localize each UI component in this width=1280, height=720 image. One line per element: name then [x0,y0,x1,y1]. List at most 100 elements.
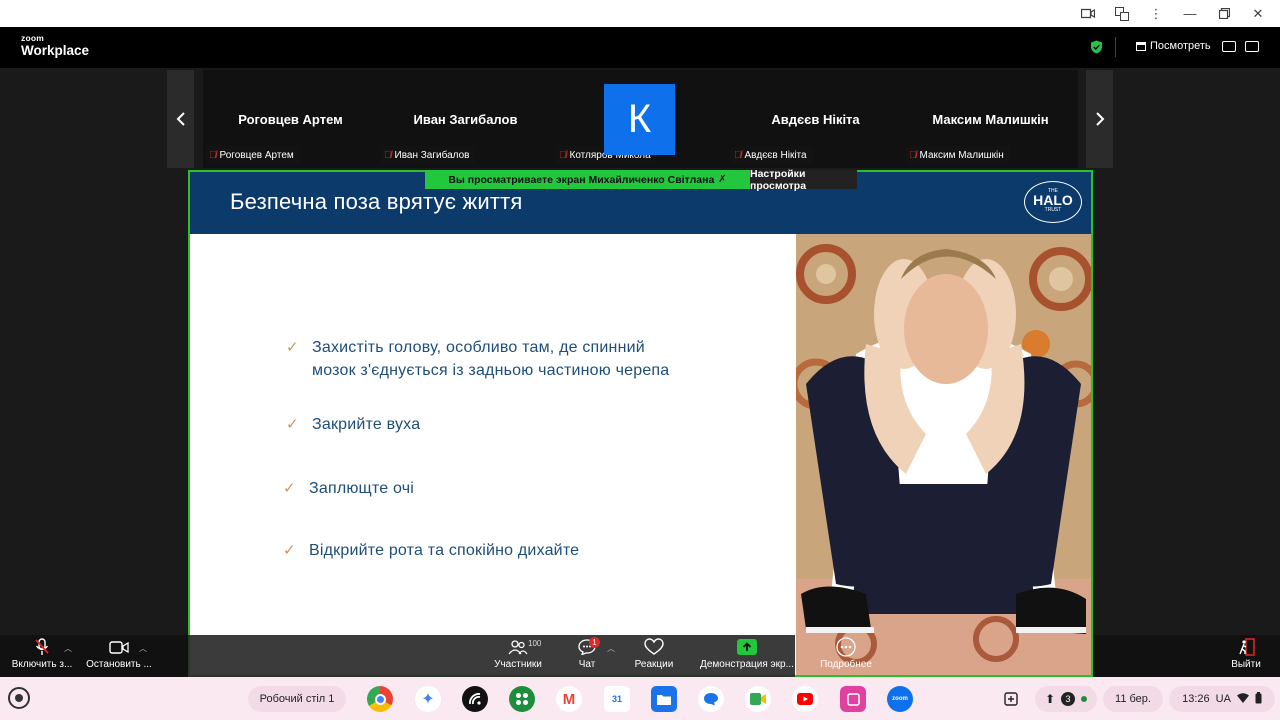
unmute-button[interactable]: Включить з... [8,635,76,677]
minimize-icon[interactable]: — [1182,6,1198,22]
share-screen-icon [697,635,797,659]
mic-muted-icon: 🎙̸ [384,149,392,161]
launcher-icon[interactable] [8,687,30,709]
time: 13:26 [1182,693,1210,705]
participant-label: 🎙̸ Иван Загибалов [381,146,476,164]
screencast-app-icon[interactable] [840,686,866,712]
fullscreen-icon[interactable] [1245,41,1259,52]
pointer-icon: ✗ [718,174,727,185]
participants-count: 100 [528,639,542,648]
mic-muted-icon: 🎙̸ [909,149,917,161]
participant-name: Иван Загибалов [413,112,518,127]
checkmark-icon: ✓ [286,416,299,433]
status-dot-icon [1081,696,1087,702]
header-separator [1115,37,1116,57]
restore-icon[interactable] [1216,6,1232,22]
view-label: Посмотреть [1150,40,1211,52]
files-app-icon[interactable] [651,686,677,712]
checkmark-icon: ✓ [283,480,296,497]
gallery-next-button[interactable] [1086,70,1113,168]
mic-options-caret[interactable]: ︿ [64,643,72,654]
security-shield-icon[interactable] [1090,40,1103,54]
zoom-logo: zoom Workplace [21,34,89,57]
chrome-app-icon[interactable] [367,686,393,712]
more-vertical-icon[interactable]: ⋮ [1148,6,1164,22]
participant-tile[interactable]: Роговцев Артем 🎙̸ Роговцев Артем [203,70,378,168]
upload-icon: ⬆ [1045,692,1056,706]
participant-label: 🎙̸ Роговцев Артем [206,146,300,164]
participant-name: Роговцев Артем [238,112,343,127]
gemini-app-icon[interactable]: ✦ [415,686,441,712]
slide-bullet: ✓ Заплющте очі [283,477,414,500]
halo-trust-logo: THE HALO TRUST [1024,181,1082,223]
battery-icon [1255,691,1262,707]
status-tray[interactable]: 13:26 UA [1169,686,1275,712]
share-screen-button[interactable]: Демонстрация экр... [697,635,797,677]
video-options-caret[interactable]: ︿ [139,643,147,654]
chat-unread-badge: 1 [589,637,600,648]
chevron-left-icon [176,112,185,126]
notifications-tray[interactable]: ⬆ 3 [1035,686,1097,712]
slide-title: Безпечна поза врятує життя [230,189,523,214]
translate-icon[interactable] [1114,6,1130,22]
mic-muted-icon: 🎙̸ [559,149,567,161]
gmail-app-icon[interactable]: M [556,686,582,712]
participant-name: Максим Малишкін [932,112,1049,127]
participant-tile[interactable]: Максим Малишкін 🎙̸ Максим Малишкін [903,70,1078,168]
chevron-right-icon [1095,112,1104,126]
desk-switcher[interactable]: Робочий стіл 1 [248,686,346,712]
chat-icon [567,635,607,659]
heart-icon [628,635,680,659]
participant-tiles: Роговцев Артем 🎙̸ Роговцев Артем Иван Заг… [203,70,1078,168]
participant-tile[interactable]: Иван Загибалов 🎙̸ Иван Загибалов [378,70,553,168]
meeting-toolbar: Включить з... ︿ Остановить ... ︿ Участни… [0,635,1280,677]
slide-photo [796,234,1091,675]
slide-bullet: ✓ Відкрийте рота та спокійно дихайте [283,539,579,562]
os-shelf: Робочий стіл 1 ✦ M 31 zoom ⬆ 3 11 бер. 1… [0,677,1280,720]
view-icon [1136,41,1146,51]
view-button[interactable]: Посмотреть [1136,40,1211,52]
view-settings-button[interactable]: Настройки просмотра [750,168,857,192]
gallery-prev-button[interactable] [167,70,194,168]
keyboard-layout: UA [1215,693,1231,705]
date-tray[interactable]: 11 бер. [1103,686,1163,712]
logo-small: zoom [21,33,44,43]
checkmark-icon: ✓ [286,339,299,356]
zoom-app-icon[interactable]: zoom [887,686,913,712]
participant-label: 🎙̸ Авдєєв Нікіта [731,146,813,164]
zoom-header: zoom Workplace Посмотреть [0,27,1280,68]
leave-button[interactable]: Выйти [1224,635,1268,677]
mic-muted-icon: 🎙̸ [209,149,217,161]
meet-app-icon[interactable] [745,686,771,712]
notification-count: 3 [1061,692,1076,706]
youtube-app-icon[interactable] [792,686,818,712]
picture-in-picture-icon[interactable] [1222,41,1236,52]
gallery-strip: Роговцев Артем 🎙̸ Роговцев Артем Иван Заг… [0,68,1280,170]
reactions-button[interactable]: Реакции [628,635,680,677]
messages-app-icon[interactable] [698,686,724,712]
checkmark-icon: ✓ [283,542,296,559]
shared-screen: Безпечна поза врятує життя THE HALO TRUS… [188,170,1093,677]
participant-label: 🎙̸ Максим Малишкін [906,146,1010,164]
stop-video-button[interactable]: Остановить ... [84,635,154,677]
wifi-icon [1236,692,1249,706]
slide-bullet: ✓ Захистіть голову, особливо там, де спи… [286,336,669,382]
chat-button[interactable]: Чат [567,635,607,677]
close-icon[interactable]: ✕ [1250,6,1266,22]
more-horizontal-icon [816,635,876,659]
podcast-app-icon[interactable] [462,686,488,712]
clipboard-icon[interactable] [998,686,1024,712]
mic-muted-icon: 🎙̸ [734,149,742,161]
slide-bullet: ✓ Закрийте вуха [286,413,420,436]
screen-share-banner[interactable]: Вы просматриваете экран Михайличенко Сві… [425,170,750,189]
more-button[interactable]: Подробнее [816,635,876,677]
exit-icon [1224,635,1268,659]
calendar-app-icon[interactable]: 31 [604,686,630,712]
participant-avatar: К [604,84,675,155]
window-titlebar: ⋮ — ✕ [0,0,1280,27]
apps-grid-icon[interactable] [509,686,535,712]
chat-options-caret[interactable]: ︿ [607,643,615,654]
participant-tile[interactable]: Авдєєв Нікіта 🎙̸ Авдєєв Нікіта [728,70,903,168]
participant-name: Авдєєв Нікіта [771,112,860,127]
camera-icon[interactable] [1080,6,1096,22]
